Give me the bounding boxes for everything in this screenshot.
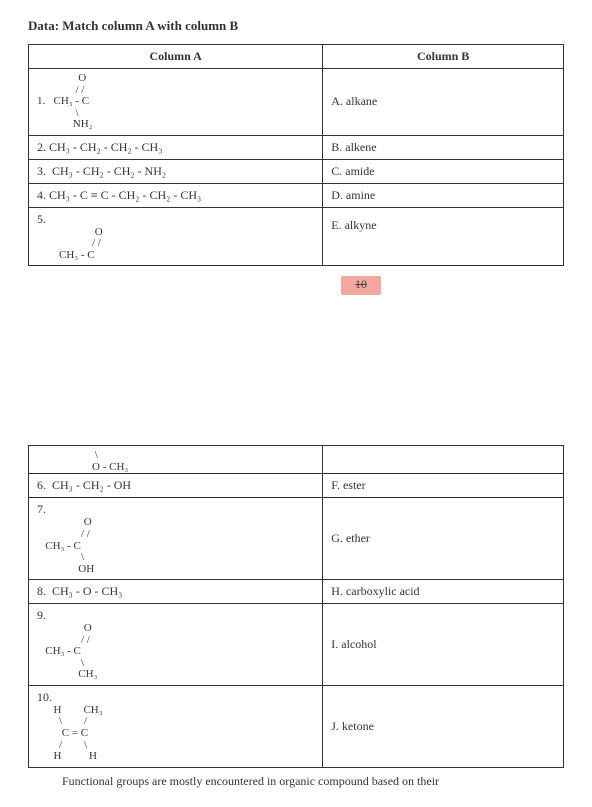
structure: O / / CH₃ - C \ CH₃	[37, 623, 314, 681]
option-label: J.	[331, 719, 339, 733]
row-num: 3.	[37, 164, 46, 178]
row-num: 6.	[37, 478, 46, 492]
row-num: 2.	[37, 140, 46, 154]
row-num: 8.	[37, 584, 46, 598]
option-label: I.	[331, 637, 338, 651]
cell-a: 3. CH₃ - CH₂ - CH₂ - NH₂	[29, 159, 323, 183]
structure: CH₃ - C ≡ C - CH₂ - CH₂ - CH₃	[49, 188, 201, 202]
page-title: Data: Match column A with column B	[28, 18, 564, 34]
cell-a: 4. CH₃ - C ≡ C - CH₂ - CH₂ - CH₃	[29, 183, 323, 207]
page-number: 10	[341, 276, 381, 295]
table-row: 3. CH₃ - CH₂ - CH₂ - NH₂ C. amide	[29, 159, 564, 183]
table-row: 4. CH₃ - C ≡ C - CH₂ - CH₂ - CH₃ D. amin…	[29, 183, 564, 207]
option-text: amine	[346, 188, 375, 202]
option-text: amide	[345, 164, 374, 178]
structure: O / / 1. CH₃ - C \ NH₂	[37, 73, 314, 131]
row-num: 4.	[37, 188, 46, 202]
option-text: ether	[346, 531, 370, 545]
option-text: carboxylic acid	[346, 584, 420, 598]
header-col-b: Column B	[323, 45, 564, 69]
table-row: 9. O / / CH₃ - C \ CH₃ I. alcohol	[29, 604, 564, 686]
row-num: 9.	[37, 608, 46, 622]
option-label: E.	[331, 218, 341, 232]
option-label: H.	[331, 584, 343, 598]
table-row: 2. CH₃ - CH₂ - CH₂ - CH₃ B. alkene	[29, 135, 564, 159]
row-num: 10.	[37, 690, 52, 704]
cell-b: E. alkyne	[323, 207, 564, 266]
structure: CH₃ - CH₂ - CH₂ - NH₂	[52, 164, 166, 178]
cell-b	[323, 446, 564, 474]
option-label: G.	[331, 531, 343, 545]
cell-a: O / / 1. CH₃ - C \ NH₂	[29, 69, 323, 136]
cell-a: 8. CH₃ - O - CH₃	[29, 580, 323, 604]
cell-b: I. alcohol	[323, 604, 564, 686]
table-row: 7. O / / CH₃ - C \ OH G. ether	[29, 498, 564, 580]
cell-a: 2. CH₃ - CH₂ - CH₂ - CH₃	[29, 135, 323, 159]
structure: CH₃ - O - CH₃	[52, 584, 122, 598]
option-text: alkyne	[345, 218, 377, 232]
table-row: \ O - CH₃	[29, 446, 564, 474]
table-row: O / / 1. CH₃ - C \ NH₂ A. alkane	[29, 69, 564, 136]
cell-b: G. ether	[323, 498, 564, 580]
option-label: F.	[331, 478, 340, 492]
option-text: alkene	[345, 140, 376, 154]
cell-b: B. alkene	[323, 135, 564, 159]
option-label: A.	[331, 94, 343, 108]
option-label: C.	[331, 164, 342, 178]
row-num: 7.	[37, 502, 46, 516]
option-text: ester	[343, 478, 366, 492]
option-text: ketone	[342, 719, 374, 733]
structure: O / / CH₃ - C	[37, 227, 314, 262]
cell-b: D. amine	[323, 183, 564, 207]
structure: H CH₃ \ / C = C / \ H H	[37, 705, 314, 763]
cell-a: 9. O / / CH₃ - C \ CH₃	[29, 604, 323, 686]
table-row: 6. CH₃ - CH₂ - OH F. ester	[29, 474, 564, 498]
match-table-2: \ O - CH₃ 6. CH₃ - CH₂ - OH F. ester 7. …	[28, 445, 564, 767]
cell-b: F. ester	[323, 474, 564, 498]
cell-a: 7. O / / CH₃ - C \ OH	[29, 498, 323, 580]
structure-top: \ O - CH₃	[37, 450, 314, 473]
cell-b: J. ketone	[323, 685, 564, 767]
structure: CH₃ - CH₂ - OH	[52, 478, 131, 492]
table-row: 5. O / / CH₃ - C E. alkyne	[29, 207, 564, 266]
page-break: 10	[28, 276, 564, 295]
footer-text: Functional groups are mostly encountered…	[28, 774, 564, 789]
cell-a: 10. H CH₃ \ / C = C / \ H H	[29, 685, 323, 767]
structure: O / / CH₃ - C \ OH	[37, 517, 314, 575]
row-num: 5.	[37, 212, 46, 226]
cell-a: \ O - CH₃	[29, 446, 323, 474]
option-text: alkane	[346, 94, 377, 108]
cell-a: 6. CH₃ - CH₂ - OH	[29, 474, 323, 498]
header-col-a: Column A	[29, 45, 323, 69]
option-label: D.	[331, 188, 343, 202]
option-text: alcohol	[341, 637, 376, 651]
cell-b: A. alkane	[323, 69, 564, 136]
table-row: 8. CH₃ - O - CH₃ H. carboxylic acid	[29, 580, 564, 604]
structure: CH₃ - CH₂ - CH₂ - CH₃	[49, 140, 162, 154]
cell-a: 5. O / / CH₃ - C	[29, 207, 323, 266]
table-row: 10. H CH₃ \ / C = C / \ H H J. ketone	[29, 685, 564, 767]
cell-b: C. amide	[323, 159, 564, 183]
match-table-1: Column A Column B O / / 1. CH₃ - C \ NH₂…	[28, 44, 564, 266]
cell-b: H. carboxylic acid	[323, 580, 564, 604]
option-label: B.	[331, 140, 342, 154]
